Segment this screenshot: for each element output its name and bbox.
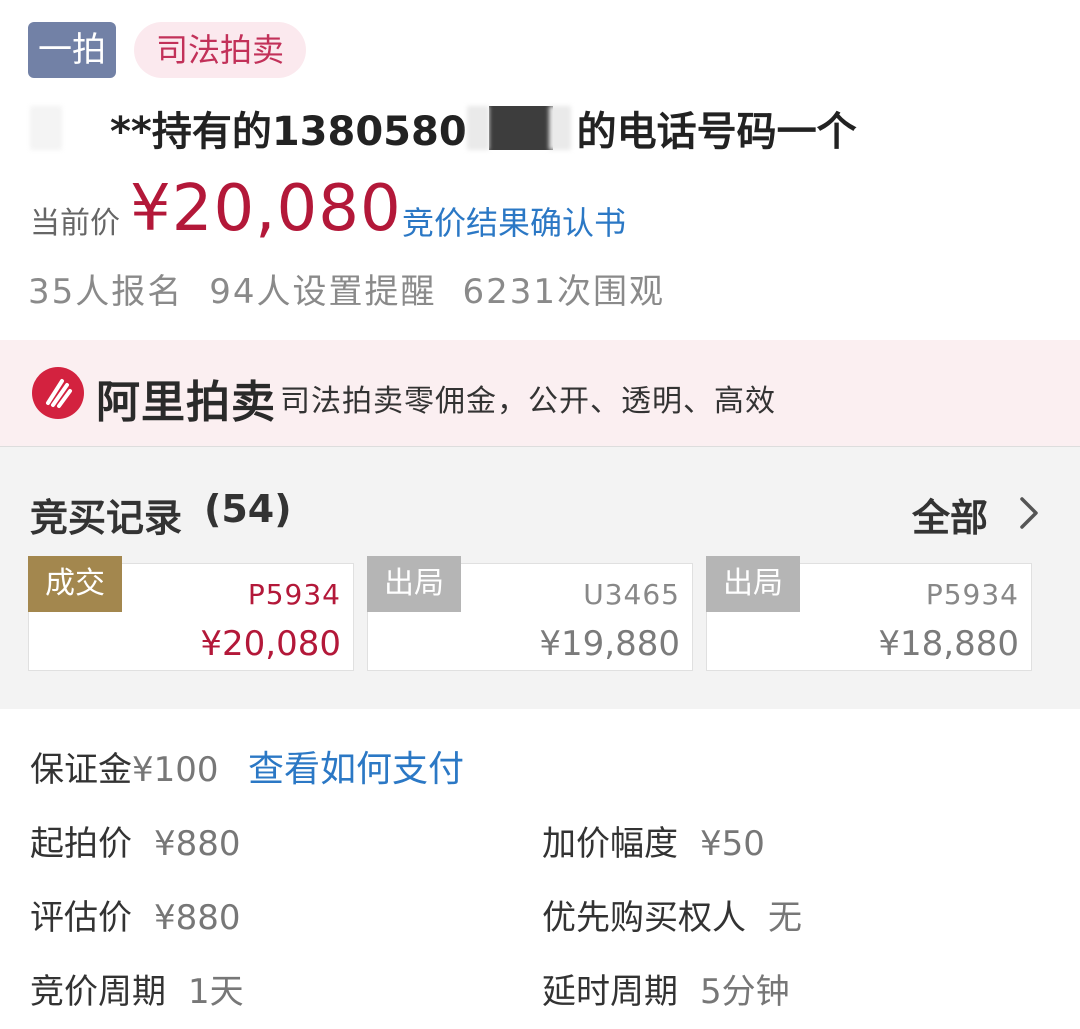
bid-record-section: 竞买记录 (54) 全部 成交 P5934 ¥20,080 出局 U3465 ¥… — [0, 447, 1080, 709]
judicial-auction-tag: 司法拍卖 — [134, 22, 306, 78]
signup-count: 35人报名 — [28, 272, 184, 312]
detail-label: 加价幅度 — [542, 824, 678, 864]
ali-auction-brand: 阿里拍卖 — [96, 377, 276, 428]
current-price-label: 当前价 — [30, 206, 120, 241]
appraisal-row: 评估价 ¥880 — [30, 890, 241, 939]
bid-record-count: (54) — [204, 487, 292, 531]
item-title-prefix: **持有的1380580 — [110, 109, 467, 155]
redaction-blur — [30, 106, 62, 150]
item-title: **持有的1380580 的电话号码一个 — [30, 96, 857, 160]
bid-amount: ¥19,880 — [539, 624, 680, 664]
redaction-blur — [466, 106, 489, 150]
deposit-row: 保证金¥100 — [30, 742, 219, 791]
ali-auction-logo-icon — [32, 367, 84, 419]
detail-value: ¥880 — [154, 898, 241, 938]
detail-label: 起拍价 — [30, 824, 132, 864]
ali-auction-slogan: 司法拍卖零佣金，公开、透明、高效 — [280, 384, 776, 419]
chevron-right-icon[interactable] — [1014, 493, 1044, 533]
redaction-block — [488, 106, 553, 150]
detail-label: 延时周期 — [542, 972, 678, 1012]
detail-value: 无 — [768, 898, 802, 938]
detail-value: ¥880 — [154, 824, 241, 864]
deposit-value: ¥100 — [132, 750, 219, 790]
how-to-pay-link[interactable]: 查看如何支付 — [248, 740, 464, 792]
detail-label: 评估价 — [30, 898, 132, 938]
detail-label: 竞价周期 — [30, 972, 166, 1012]
priority-buyer-row: 优先购买权人无 — [542, 890, 802, 939]
bid-record-title: 竞买记录 — [30, 496, 183, 540]
bidder-id: U3465 — [583, 578, 680, 611]
deposit-label: 保证金 — [30, 750, 132, 790]
auction-stats: 35人报名 94人设置提醒 6231次围观 — [28, 264, 665, 313]
detail-label: 优先购买权人 — [542, 898, 746, 938]
bid-amount: ¥20,080 — [200, 624, 341, 664]
bid-amount: ¥18,880 — [878, 624, 1019, 664]
auction-round-tag: 一拍 — [28, 22, 116, 78]
bidder-id: P5934 — [925, 578, 1019, 611]
view-all-bids-button[interactable]: 全部 — [912, 487, 988, 542]
bid-status-badge: 成交 — [28, 556, 122, 612]
reminder-count: 94人设置提醒 — [209, 272, 437, 312]
bid-status-badge: 出局 — [367, 556, 461, 612]
ali-auction-banner[interactable]: 阿里拍卖 司法拍卖零佣金，公开、透明、高效 — [0, 340, 1080, 447]
increment-row: 加价幅度 ¥50 — [542, 816, 765, 865]
current-price-value: ¥20,080 — [130, 172, 402, 246]
bid-card[interactable]: 出局 P5934 ¥18,880 — [706, 556, 1032, 671]
item-title-suffix: 的电话号码一个 — [576, 109, 857, 155]
bid-status-badge: 出局 — [706, 556, 800, 612]
view-count: 6231次围观 — [462, 272, 666, 312]
bid-period-row: 竞价周期 1天 — [30, 964, 244, 1013]
start-price-row: 起拍价 ¥880 — [30, 816, 241, 865]
detail-value: ¥50 — [700, 824, 765, 864]
detail-value: 5分钟 — [700, 972, 790, 1012]
detail-value: 1天 — [188, 972, 244, 1012]
bid-card[interactable]: 出局 U3465 ¥19,880 — [367, 556, 693, 671]
bid-result-confirmation-link[interactable]: 竞价结果确认书 — [402, 198, 626, 244]
redaction-blur — [548, 106, 571, 150]
extension-period-row: 延时周期 5分钟 — [542, 964, 790, 1013]
bid-card[interactable]: 成交 P5934 ¥20,080 — [28, 556, 354, 671]
bidder-id: P5934 — [247, 578, 341, 611]
